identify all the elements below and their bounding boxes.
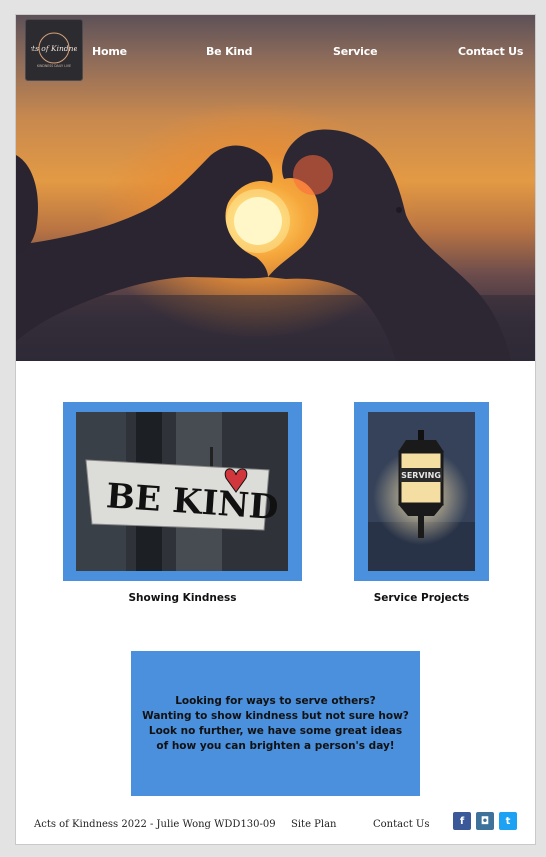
be-kind-sign-illustration: BE KIND (76, 412, 288, 571)
footer-site-plan-link[interactable]: Site Plan (291, 819, 337, 830)
svg-text:KINDNESS DAILY LIVE: KINDNESS DAILY LIVE (37, 64, 71, 68)
card-service-projects[interactable]: SERVING (354, 402, 489, 581)
facebook-icon[interactable]: f (453, 812, 471, 830)
footer-contact-link[interactable]: Contact Us (373, 819, 429, 830)
nav-be-kind[interactable]: Be Kind (206, 45, 252, 58)
nav-home[interactable]: Home (92, 45, 127, 58)
nav-contact-us[interactable]: Contact Us (458, 45, 523, 58)
serving-lantern-image: SERVING (368, 412, 475, 571)
instagram-icon[interactable]: ◘ (476, 812, 494, 830)
callout-line-2: Wanting to show kindness but not sure ho… (142, 709, 409, 722)
callout-line-3: Look no further, we have some great idea… (148, 724, 403, 737)
card-showing-kindness[interactable]: BE KIND (63, 402, 302, 581)
page: Acts of Kindness KINDNESS DAILY LIVE Hom… (15, 14, 536, 845)
card-caption-showing-kindness[interactable]: Showing Kindness (63, 592, 302, 604)
svg-text:SERVING: SERVING (401, 471, 441, 480)
nav-service[interactable]: Service (333, 45, 378, 58)
twitter-icon[interactable]: t (499, 812, 517, 830)
heart-hands-silhouette (16, 129, 535, 361)
logo-icon: Acts of Kindness KINDNESS DAILY LIVE (31, 32, 77, 68)
footer-copyright: Acts of Kindness 2022 - Julie Wong WDD13… (34, 819, 276, 830)
callout-line-1: Looking for ways to serve others? (175, 694, 376, 707)
serving-lantern-illustration: SERVING (368, 412, 475, 571)
card-caption-service-projects[interactable]: Service Projects (354, 592, 489, 604)
callout-line-4: of how you can brighten a person's day! (156, 739, 395, 752)
callout-box: Looking for ways to serve others? Wantin… (131, 651, 420, 796)
site-logo[interactable]: Acts of Kindness KINDNESS DAILY LIVE (25, 19, 83, 81)
hero-image: Acts of Kindness KINDNESS DAILY LIVE Hom… (16, 15, 535, 361)
svg-text:Acts of Kindness: Acts of Kindness (31, 44, 77, 53)
be-kind-sign-image: BE KIND (76, 412, 288, 571)
